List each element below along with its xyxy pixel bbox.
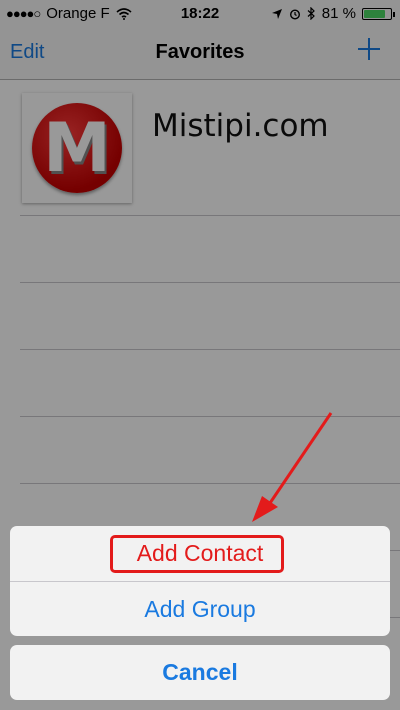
cancel-button[interactable]: Cancel	[10, 645, 390, 700]
red-highlight-box	[110, 535, 284, 573]
iphone-screen: ●●●●○ Orange F 18:22 81 % Edit Favorites…	[0, 0, 400, 710]
add-group-button[interactable]: Add Group	[10, 582, 390, 636]
